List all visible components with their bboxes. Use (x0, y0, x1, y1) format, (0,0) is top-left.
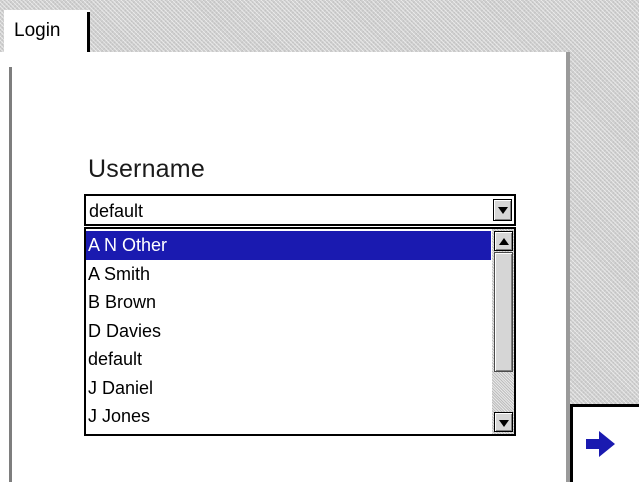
scrollbar-thumb[interactable] (494, 252, 513, 372)
dropdown-item[interactable]: A Smith (86, 260, 491, 289)
dropdown-item[interactable]: P Pa (86, 431, 491, 435)
tab-login-label: Login (14, 20, 61, 41)
username-label: Username (88, 155, 205, 183)
dropdown-items: A N Other A Smith B Brown D Davies default J … (86, 231, 491, 435)
chevron-down-icon (498, 207, 508, 214)
dropdown-item[interactable]: A N Other (86, 231, 491, 260)
next-button[interactable] (570, 404, 639, 482)
dropdown-item[interactable]: J Daniel (86, 374, 491, 403)
username-combobox-value: default (89, 201, 144, 221)
tab-login[interactable]: Login (4, 10, 90, 54)
dropdown-item[interactable]: default (86, 345, 491, 374)
username-dropdown-list[interactable]: A N Other A Smith B Brown D Davies default J … (84, 227, 516, 436)
scroll-down-button[interactable] (494, 412, 513, 432)
combobox-dropdown-button[interactable] (493, 199, 512, 221)
dropdown-scrollbar[interactable] (492, 229, 514, 434)
scroll-up-arrow-icon (499, 238, 509, 245)
scroll-up-button[interactable] (494, 231, 513, 251)
scroll-down-arrow-icon (499, 420, 509, 427)
dropdown-item[interactable]: B Brown (86, 288, 491, 317)
dropdown-item[interactable]: D Davies (86, 317, 491, 346)
dropdown-item[interactable]: J Jones (86, 402, 491, 431)
arrow-right-icon (586, 431, 615, 457)
username-combobox[interactable]: default (84, 194, 516, 226)
panel-left-border (9, 67, 12, 482)
tab-divider (87, 12, 90, 54)
